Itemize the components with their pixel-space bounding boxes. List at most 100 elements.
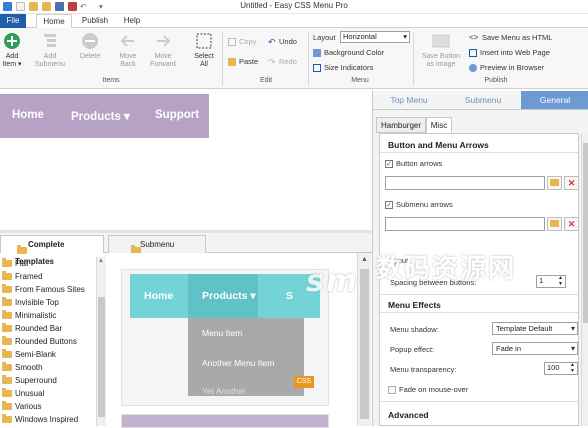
size-indicators-button[interactable]: Size Indicators xyxy=(313,63,373,73)
save-image-label: Save Button as Image xyxy=(421,53,461,68)
tab-submenu-templates[interactable]: Submenu Templates xyxy=(108,235,206,266)
tab-help[interactable]: Help xyxy=(118,14,146,28)
button-arrows-label: Button arrows xyxy=(396,159,443,168)
folder-icon xyxy=(2,375,12,385)
list-item-label: Superround xyxy=(15,376,57,385)
scroll-up-icon[interactable]: ▲ xyxy=(361,256,368,263)
paste-label: Paste xyxy=(239,57,259,66)
preview-submenu: Menu Item Another Menu Item Yet Another xyxy=(188,318,304,396)
paste-button[interactable]: Paste xyxy=(228,57,259,67)
tab-misc[interactable]: Misc xyxy=(426,117,452,133)
submenu-arrow-field[interactable] xyxy=(385,217,545,231)
layout-select[interactable]: Horizontal ▾ xyxy=(340,31,410,43)
list-item[interactable]: Unusual xyxy=(0,387,96,400)
properties-scrollbar[interactable] xyxy=(581,133,588,426)
insert-web-label: Insert into Web Page xyxy=(480,48,550,57)
undo-button[interactable]: ↶ Undo xyxy=(268,37,297,48)
background-color-button[interactable]: Background Color xyxy=(313,48,384,58)
submenu-arrows-checkbox[interactable]: ✓ Submenu arrows xyxy=(385,200,453,210)
scroll-up-icon[interactable]: ▲ xyxy=(98,258,104,264)
arrow-right-icon xyxy=(157,35,171,47)
scrollbar-thumb[interactable] xyxy=(98,297,105,417)
tab-publish[interactable]: Publish xyxy=(76,14,114,28)
redo-button[interactable]: ↷ Redo xyxy=(268,57,297,67)
add-submenu-button[interactable]: Add Submenu xyxy=(30,32,70,69)
delete-button[interactable]: Delete xyxy=(74,32,106,61)
tab-home[interactable]: Home xyxy=(36,14,72,29)
copy-label: Copy xyxy=(239,37,257,46)
list-item[interactable]: Rounded Buttons xyxy=(0,335,96,348)
undo-icon: ↶ xyxy=(268,37,276,48)
canvas-menu-item-products[interactable]: Products ▾ xyxy=(71,109,130,123)
spinner-icon[interactable]: ▲ ▼ xyxy=(558,275,563,287)
folder-icon xyxy=(2,362,12,372)
folder-icon xyxy=(2,310,12,320)
web-page-icon xyxy=(469,49,477,58)
list-item[interactable]: Framed xyxy=(0,270,96,283)
divider xyxy=(380,152,578,153)
move-forward-button[interactable]: Move Forward xyxy=(146,32,180,69)
divider xyxy=(380,294,578,295)
menu-transparency-input[interactable]: 100 ▲ ▼ xyxy=(544,362,578,375)
list-item[interactable]: Various xyxy=(0,400,96,413)
separator xyxy=(308,32,309,86)
tab-submenu[interactable]: Submenu xyxy=(447,91,519,109)
preview-browser-button[interactable]: Preview in Browser xyxy=(469,63,545,73)
menu-shadow-select[interactable]: Template Default xyxy=(492,322,578,335)
list-item[interactable]: Flat xyxy=(0,257,96,270)
list-item[interactable]: Superround xyxy=(0,374,96,387)
scrollbar-thumb[interactable] xyxy=(360,269,369,419)
list-item[interactable]: Semi-Blank xyxy=(0,348,96,361)
tab-general[interactable]: General xyxy=(521,91,588,109)
tab-top-menu[interactable]: Top Menu xyxy=(373,91,445,109)
spinner-icon[interactable]: ▲ ▼ xyxy=(570,362,575,374)
list-item[interactable]: Smooth xyxy=(0,361,96,374)
scrollbar-thumb[interactable] xyxy=(583,143,588,323)
canvas-menu: Home Products ▾ Support xyxy=(0,94,209,138)
list-item[interactable]: Rounded Bar xyxy=(0,322,96,335)
submenu-arrows-label: Submenu arrows xyxy=(396,200,453,209)
list-item-label: Rounded Buttons xyxy=(15,337,77,346)
list-item[interactable]: Invisible Top xyxy=(0,296,96,309)
browse-button[interactable] xyxy=(547,176,562,190)
paste-icon xyxy=(228,58,236,67)
list-item[interactable]: Minimalistic xyxy=(0,309,96,322)
select-all-button[interactable]: Select All xyxy=(188,32,220,69)
save-image-button[interactable]: Save Button as Image xyxy=(418,32,464,69)
folder-icon xyxy=(2,271,12,281)
select-all-icon xyxy=(196,33,212,49)
tab-hamburger[interactable]: Hamburger xyxy=(376,117,426,133)
copy-button[interactable]: Copy xyxy=(228,37,257,47)
copy-icon xyxy=(228,38,236,47)
template-list-scrollbar[interactable]: ▲ xyxy=(96,257,106,426)
list-item[interactable]: Windows Inspired xyxy=(0,413,96,426)
button-arrows-checkbox[interactable]: ✓ Button arrows xyxy=(385,159,443,169)
clear-button[interactable]: ✕ xyxy=(564,217,579,231)
submenu-icon xyxy=(44,34,56,47)
undo-label: Undo xyxy=(279,37,297,46)
insert-web-button[interactable]: Insert into Web Page xyxy=(469,48,550,58)
add-item-button[interactable]: Add Item ▾ xyxy=(0,32,24,69)
list-item[interactable]: From Famous Sites xyxy=(0,283,96,296)
popup-effect-select[interactable]: Fade in xyxy=(492,342,578,355)
move-back-button[interactable]: Move Back xyxy=(112,32,144,69)
clear-button[interactable]: ✕ xyxy=(564,176,579,190)
canvas-menu-item-home[interactable]: Home xyxy=(12,109,44,121)
canvas-menu-item-support[interactable]: Support xyxy=(155,109,199,121)
checkbox-box xyxy=(388,386,396,395)
preview-browser-label: Preview in Browser xyxy=(480,63,545,72)
add-icon xyxy=(4,33,20,49)
tab-file[interactable]: File xyxy=(0,14,26,28)
fade-checkbox[interactable]: Fade on mouse-over xyxy=(388,385,468,395)
arrow-left-icon xyxy=(120,35,134,47)
folder-icon xyxy=(2,401,12,411)
items-group-label: Items xyxy=(102,77,120,84)
list-item-label: Various xyxy=(15,402,42,411)
browse-button[interactable] xyxy=(547,217,562,231)
tab-complete-templates[interactable]: Complete Templates xyxy=(0,235,104,266)
publish-group-label: Publish xyxy=(484,77,508,84)
spacing-input[interactable]: 1 ▲ ▼ xyxy=(536,275,566,288)
button-arrow-field[interactable] xyxy=(385,176,545,190)
save-html-button[interactable]: <> Save Menu as HTML xyxy=(469,33,552,42)
template-preview-card[interactable]: Home Products ▾ S Menu Item Another Menu… xyxy=(121,269,329,406)
